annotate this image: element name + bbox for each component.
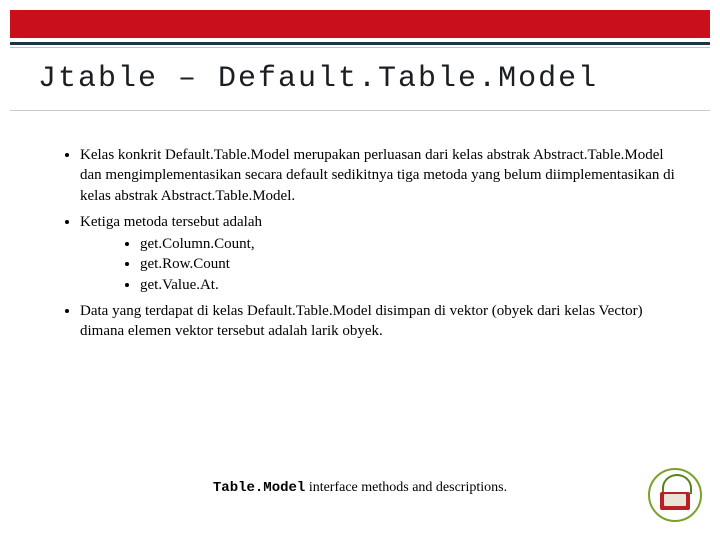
bullet-2-sub-3: get.Value.At. — [140, 275, 680, 295]
bullet-1: Kelas konkrit Default.Table.Model merupa… — [80, 145, 680, 206]
caption-text: interface methods and descriptions. — [309, 480, 507, 495]
header-rule-light — [10, 47, 710, 48]
body-content: Kelas konkrit Default.Table.Model merupa… — [60, 145, 680, 347]
bullet-3: Data yang terdapat di kelas Default.Tabl… — [80, 301, 680, 342]
title-divider — [10, 110, 710, 111]
header-bar — [10, 10, 710, 38]
caption-code: Table.Model — [213, 480, 305, 496]
slide-title: Jtable – Default.Table.Model — [38, 62, 598, 96]
bullet-2: Ketiga metoda tersebut adalah get.Column… — [80, 212, 680, 295]
university-logo-icon — [648, 468, 702, 522]
bullet-2-sub-2: get.Row.Count — [140, 254, 680, 274]
bullet-2-sub-1: get.Column.Count, — [140, 234, 680, 254]
bullet-2-text: Ketiga metoda tersebut adalah — [80, 214, 262, 230]
footer-caption: Table.Model interface methods and descri… — [0, 480, 720, 496]
header-rule-dark — [10, 42, 710, 45]
